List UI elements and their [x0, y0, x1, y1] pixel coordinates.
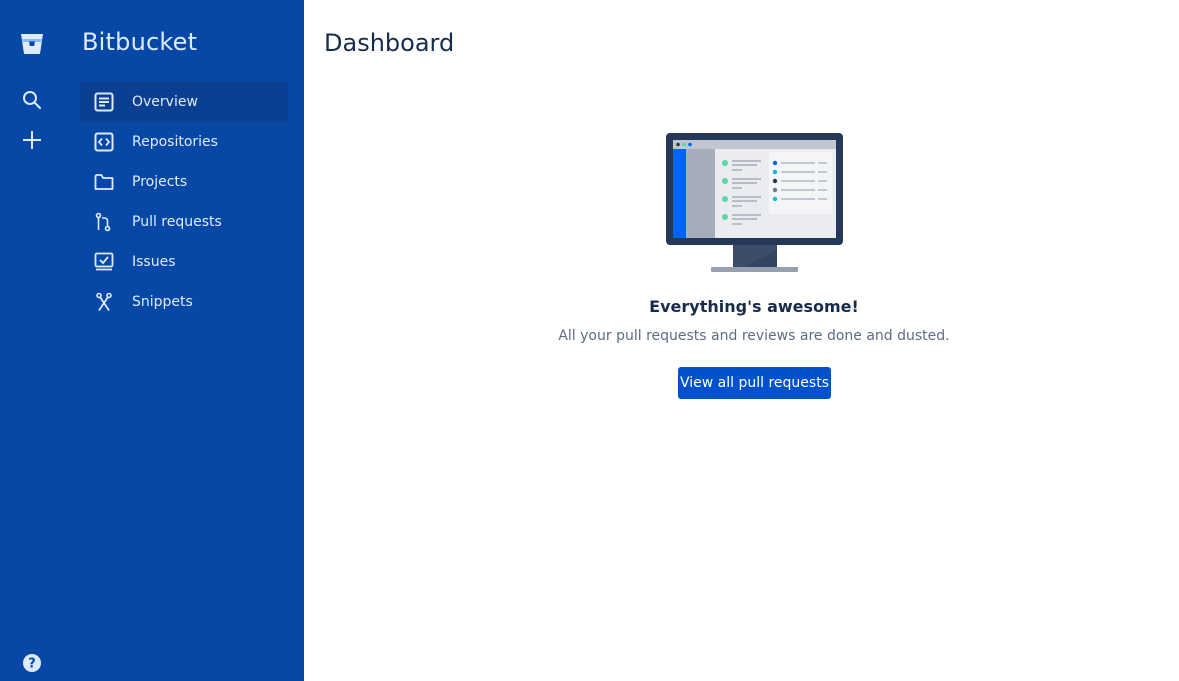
empty-state-heading: Everything's awesome! [649, 297, 859, 316]
repositories-icon [94, 132, 114, 152]
issues-icon [94, 252, 114, 272]
sidebar-nav: Overview Repositories Projects Pull requ… [80, 82, 288, 322]
sidebar-item-label: Repositories [132, 134, 218, 150]
sidebar-item-label: Pull requests [132, 214, 222, 230]
search-icon[interactable] [20, 88, 44, 112]
empty-state-description: All your pull requests and reviews are d… [558, 328, 950, 344]
sidebar-item-label: Issues [132, 254, 176, 270]
bitbucket-logo-icon[interactable] [20, 32, 44, 56]
sidebar-item-projects[interactable]: Projects [80, 162, 288, 202]
main-content: Dashboard Everything's awesome! All your… [304, 0, 1179, 681]
sidebar-item-label: Projects [132, 174, 188, 190]
monitor-illustration [665, 132, 845, 278]
create-plus-icon[interactable] [20, 128, 44, 152]
sidebar-item-issues[interactable]: Issues [80, 242, 288, 282]
pull-request-icon [94, 212, 114, 232]
sidebar-item-label: Snippets [132, 294, 193, 310]
product-nav: Bitbucket Overview Repositories Projects… [64, 0, 304, 681]
sidebar-item-pull-requests[interactable]: Pull requests [80, 202, 288, 242]
page-title: Dashboard [324, 29, 455, 57]
sidebar-item-snippets[interactable]: Snippets [80, 282, 288, 322]
help-icon[interactable]: ? [20, 651, 44, 675]
global-nav: ? [0, 0, 64, 681]
svg-text:?: ? [28, 657, 36, 672]
overview-icon [94, 92, 114, 112]
sidebar-item-repositories[interactable]: Repositories [80, 122, 288, 162]
product-title: Bitbucket [82, 28, 198, 56]
folder-icon [94, 172, 114, 192]
sidebar-item-label: Overview [132, 94, 198, 110]
sidebar-item-overview[interactable]: Overview [80, 82, 288, 122]
view-all-pull-requests-button[interactable]: View all pull requests [678, 367, 831, 399]
snippets-icon [94, 292, 114, 312]
